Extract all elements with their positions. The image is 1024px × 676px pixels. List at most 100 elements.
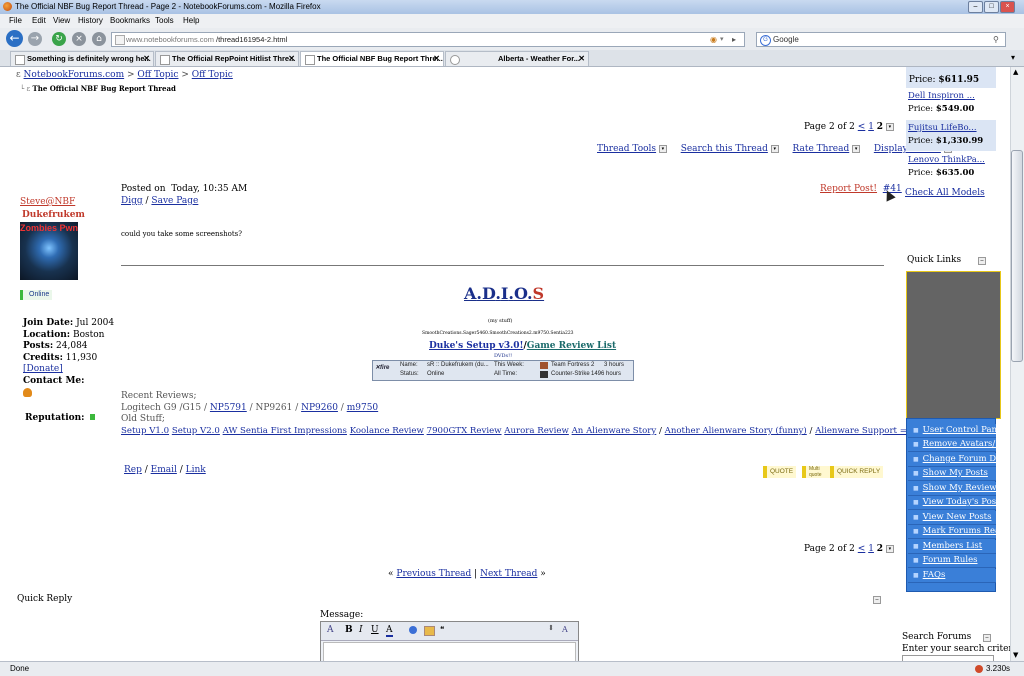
quick-link-user-cp[interactable]: ■User Control Panel [908, 424, 996, 438]
message-editor[interactable]: A B I U A ❝ ⇕ A [320, 621, 579, 663]
breadcrumb-subcategory[interactable]: Off Topic [192, 70, 233, 80]
rss-icon[interactable]: ◉ [710, 33, 717, 46]
rate-thread-menu[interactable]: Rate Thread [793, 144, 850, 154]
collapse-icon[interactable]: − [983, 634, 991, 642]
quick-link-label[interactable]: View New Posts [923, 512, 992, 522]
menu-help[interactable]: Help [183, 14, 199, 28]
quick-link-label[interactable]: User Control Panel [923, 425, 996, 435]
thread-tools-menu[interactable]: Thread Tools [597, 144, 656, 154]
page-jump-icon[interactable]: ▾ [885, 544, 894, 553]
quick-link-label[interactable]: Remove Avatars/Sigs [923, 439, 996, 449]
dropdown-icon[interactable]: ▾ [720, 33, 724, 46]
resize-icon[interactable]: ⇕ [548, 624, 554, 632]
scroll-up-icon[interactable]: ▲ [1013, 68, 1018, 76]
old-stuff-link[interactable]: An Alienware Story [572, 426, 657, 436]
previous-thread-link[interactable]: Previous Thread [396, 569, 471, 579]
search-go-icon[interactable]: ⚲ [993, 33, 999, 46]
quick-link-forum-rules[interactable]: ■ Forum Rules [908, 554, 996, 568]
donate-link[interactable]: [Donate] [23, 364, 63, 374]
scroll-down-icon[interactable]: ▼ [1013, 651, 1018, 659]
quick-link-my-reviews[interactable]: ■ Show My Reviews [908, 482, 996, 496]
quick-reply-button[interactable]: QUICK REPLY [830, 466, 884, 478]
page-jump-icon[interactable]: ▾ [885, 122, 894, 131]
old-stuff-link[interactable]: Another Alienware Story (funny) [665, 426, 807, 436]
product-name-link[interactable]: Dell Inspiron ... [908, 91, 975, 101]
page-1-link[interactable]: 1 [868, 544, 874, 554]
tab-close-icon[interactable]: ✕ [143, 52, 150, 66]
review-link[interactable]: m9750 [347, 403, 378, 413]
old-stuff-link[interactable]: Setup V2.0 [172, 426, 220, 436]
check-all-models-link[interactable]: Check All Models [905, 188, 985, 198]
home-icon[interactable]: ⌂ [92, 32, 106, 46]
old-stuff-link[interactable]: Aurora Review [504, 426, 569, 436]
url-bar[interactable]: www.notebookforums.com /thread161954-2.h… [111, 32, 745, 47]
digg-link[interactable]: Digg [121, 196, 143, 206]
quick-link-forum-display[interactable]: ■Change Forum Display [908, 453, 996, 467]
quote-button[interactable]: QUOTE [763, 466, 797, 478]
collapse-icon[interactable]: − [978, 257, 986, 265]
font-icon[interactable]: A [327, 625, 334, 635]
close-window-icon[interactable]: × [1000, 1, 1015, 13]
product-name-link[interactable]: Lenovo ThinkPa... [908, 155, 985, 165]
quick-link-label[interactable]: Show My Reviews [923, 483, 996, 493]
tab-close-icon[interactable]: ✕ [578, 52, 585, 66]
quote-icon[interactable]: ❝ [440, 625, 444, 634]
tab-close-icon[interactable]: ✕ [288, 52, 295, 66]
save-page-link[interactable]: Save Page [151, 196, 198, 206]
tab-list-icon[interactable]: ▾ [1011, 53, 1015, 62]
page-prev[interactable]: < [858, 544, 866, 554]
user-name[interactable]: Steve@NBF [20, 197, 75, 207]
email-link[interactable]: Email [151, 465, 177, 475]
quick-link-faqs[interactable]: ■ FAQs [908, 569, 996, 583]
collapse-icon[interactable]: − [873, 596, 881, 604]
italic-icon[interactable]: I [359, 625, 363, 635]
contact-person-icon[interactable] [23, 388, 32, 397]
tab-rep-point[interactable]: The Official RepPoint Hitlist Thre... ✕ [155, 51, 299, 66]
page-prev[interactable]: < [858, 122, 866, 132]
old-stuff-link[interactable]: Setup V1.0 [121, 426, 169, 436]
report-post-link[interactable]: Report Post! [820, 184, 877, 194]
quick-link-mark-read[interactable]: ■Mark Forums Read [908, 525, 996, 539]
message-textarea[interactable] [323, 642, 576, 662]
back-icon[interactable]: ← [6, 30, 23, 47]
quick-link-new-posts[interactable]: ■ View New Posts [908, 511, 996, 525]
dvds-link[interactable]: DVDs!! [494, 353, 512, 359]
breadcrumb-site[interactable]: NotebookForums.com [24, 70, 125, 80]
menu-view[interactable]: View [53, 14, 70, 28]
text-color-icon[interactable]: A [386, 625, 393, 637]
image-icon[interactable] [424, 626, 435, 636]
underline-icon[interactable]: U [371, 625, 379, 635]
link-globe-icon[interactable] [409, 626, 417, 634]
page-1-link[interactable]: 1 [868, 122, 874, 132]
reload-icon[interactable]: ↻ [52, 32, 66, 46]
tab-close-icon[interactable]: ✕ [433, 52, 440, 66]
quick-link-label[interactable]: FAQs [923, 570, 946, 580]
maximize-icon[interactable]: □ [984, 1, 999, 13]
rep-link[interactable]: Rep [124, 465, 142, 475]
firebug-icon[interactable] [975, 665, 983, 673]
old-stuff-link[interactable]: 7900GTX Review [427, 426, 502, 436]
product-name-link[interactable]: Fujitsu LifeBo... [908, 123, 996, 133]
quick-link-label[interactable]: Show My Posts [923, 468, 988, 478]
multi-quote-button[interactable]: Multi quote [802, 466, 830, 478]
menu-file[interactable]: File [9, 14, 22, 28]
menu-tools[interactable]: Tools [155, 14, 174, 28]
review-link[interactable]: NP5791 [210, 403, 247, 413]
quick-link-label[interactable]: Members List [923, 541, 983, 551]
search-bar[interactable]: G Google ⚲ [756, 32, 1006, 47]
quick-link-my-posts[interactable]: ■ Show My Posts [908, 467, 996, 481]
tab-alberta-weather[interactable]: Alberta - Weather For... ✕ [445, 51, 589, 66]
quick-link-label[interactable]: View Today's Posts [923, 497, 996, 507]
menu-edit[interactable]: Edit [32, 14, 46, 28]
stop-icon[interactable]: × [72, 32, 86, 46]
quick-link-label[interactable]: Mark Forums Read [923, 526, 996, 536]
tab-bug-report[interactable]: The Official NBF Bug Report Thre... ✕ [300, 51, 444, 66]
scrollbar-thumb[interactable] [1011, 150, 1023, 362]
minimize-icon[interactable]: – [968, 1, 983, 13]
old-stuff-link[interactable]: Koolance Review [350, 426, 424, 436]
quick-link-members[interactable]: ■ Members List [908, 540, 996, 554]
quick-link-label[interactable]: Change Forum Display [923, 454, 996, 464]
setup-link[interactable]: Duke's Setup v3.0! [429, 341, 523, 351]
tab-something-wrong[interactable]: Something is definitely wrong he... ✕ [10, 51, 154, 66]
next-thread-link[interactable]: Next Thread [480, 569, 537, 579]
